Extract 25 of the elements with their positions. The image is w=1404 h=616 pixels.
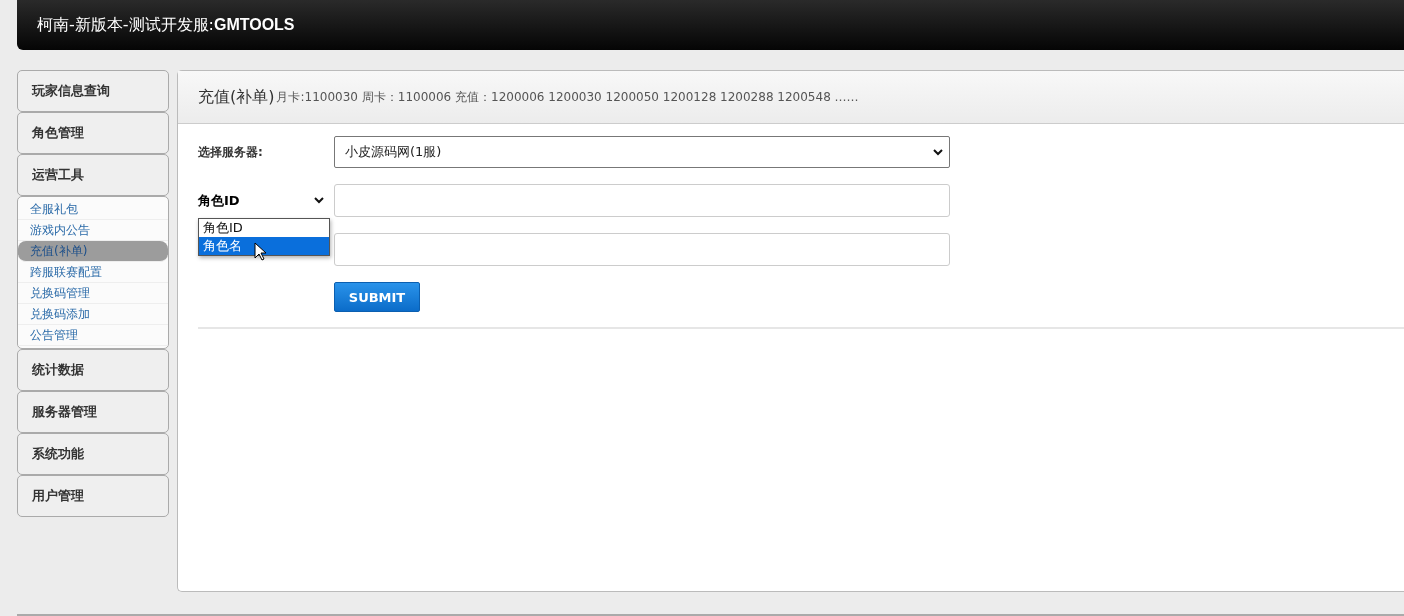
app-title: 柯南-新版本-测试开发服:GMTOOLS: [37, 14, 295, 36]
submenu-item[interactable]: 兑换码添加: [18, 304, 168, 325]
sidebar-section[interactable]: 运营工具: [17, 154, 169, 196]
dropdown-option[interactable]: 角色ID: [199, 219, 329, 237]
submenu-item[interactable]: 跨服联赛配置: [18, 262, 168, 283]
dropdown-option[interactable]: 角色名: [199, 237, 329, 255]
server-select[interactable]: 小皮源码网(1服): [334, 136, 950, 168]
sidebar-section[interactable]: 服务器管理: [17, 391, 169, 433]
submenu-item[interactable]: 兑换码管理: [18, 283, 168, 304]
chevron-down-icon: [933, 148, 943, 156]
sidebar-section[interactable]: 玩家信息查询: [17, 70, 169, 112]
sidebar-section[interactable]: 系统功能: [17, 433, 169, 475]
item-id-note: 月卡:1100030 周卡：1100006 充值：1200006 1200030 1200050 1200128 1200288 1200548 ……: [276, 88, 859, 106]
panel-title: 充值(补单): [198, 86, 275, 108]
server-label: 选择服务器:: [198, 143, 264, 161]
submenu-item[interactable]: 全服礼包: [18, 199, 168, 220]
input-field[interactable]: [334, 184, 950, 217]
sidebar-section[interactable]: 角色管理: [17, 112, 169, 154]
lookup-type-select[interactable]: 角色ID: [198, 191, 328, 210]
submit-button[interactable]: SUBMIT: [334, 282, 420, 312]
sidebar-section[interactable]: 用户管理: [17, 475, 169, 517]
sidebar-section[interactable]: 统计数据: [17, 349, 169, 391]
chevron-down-icon: [314, 197, 324, 204]
submenu-item[interactable]: 公告管理: [18, 325, 168, 346]
input-field[interactable]: [334, 233, 950, 266]
